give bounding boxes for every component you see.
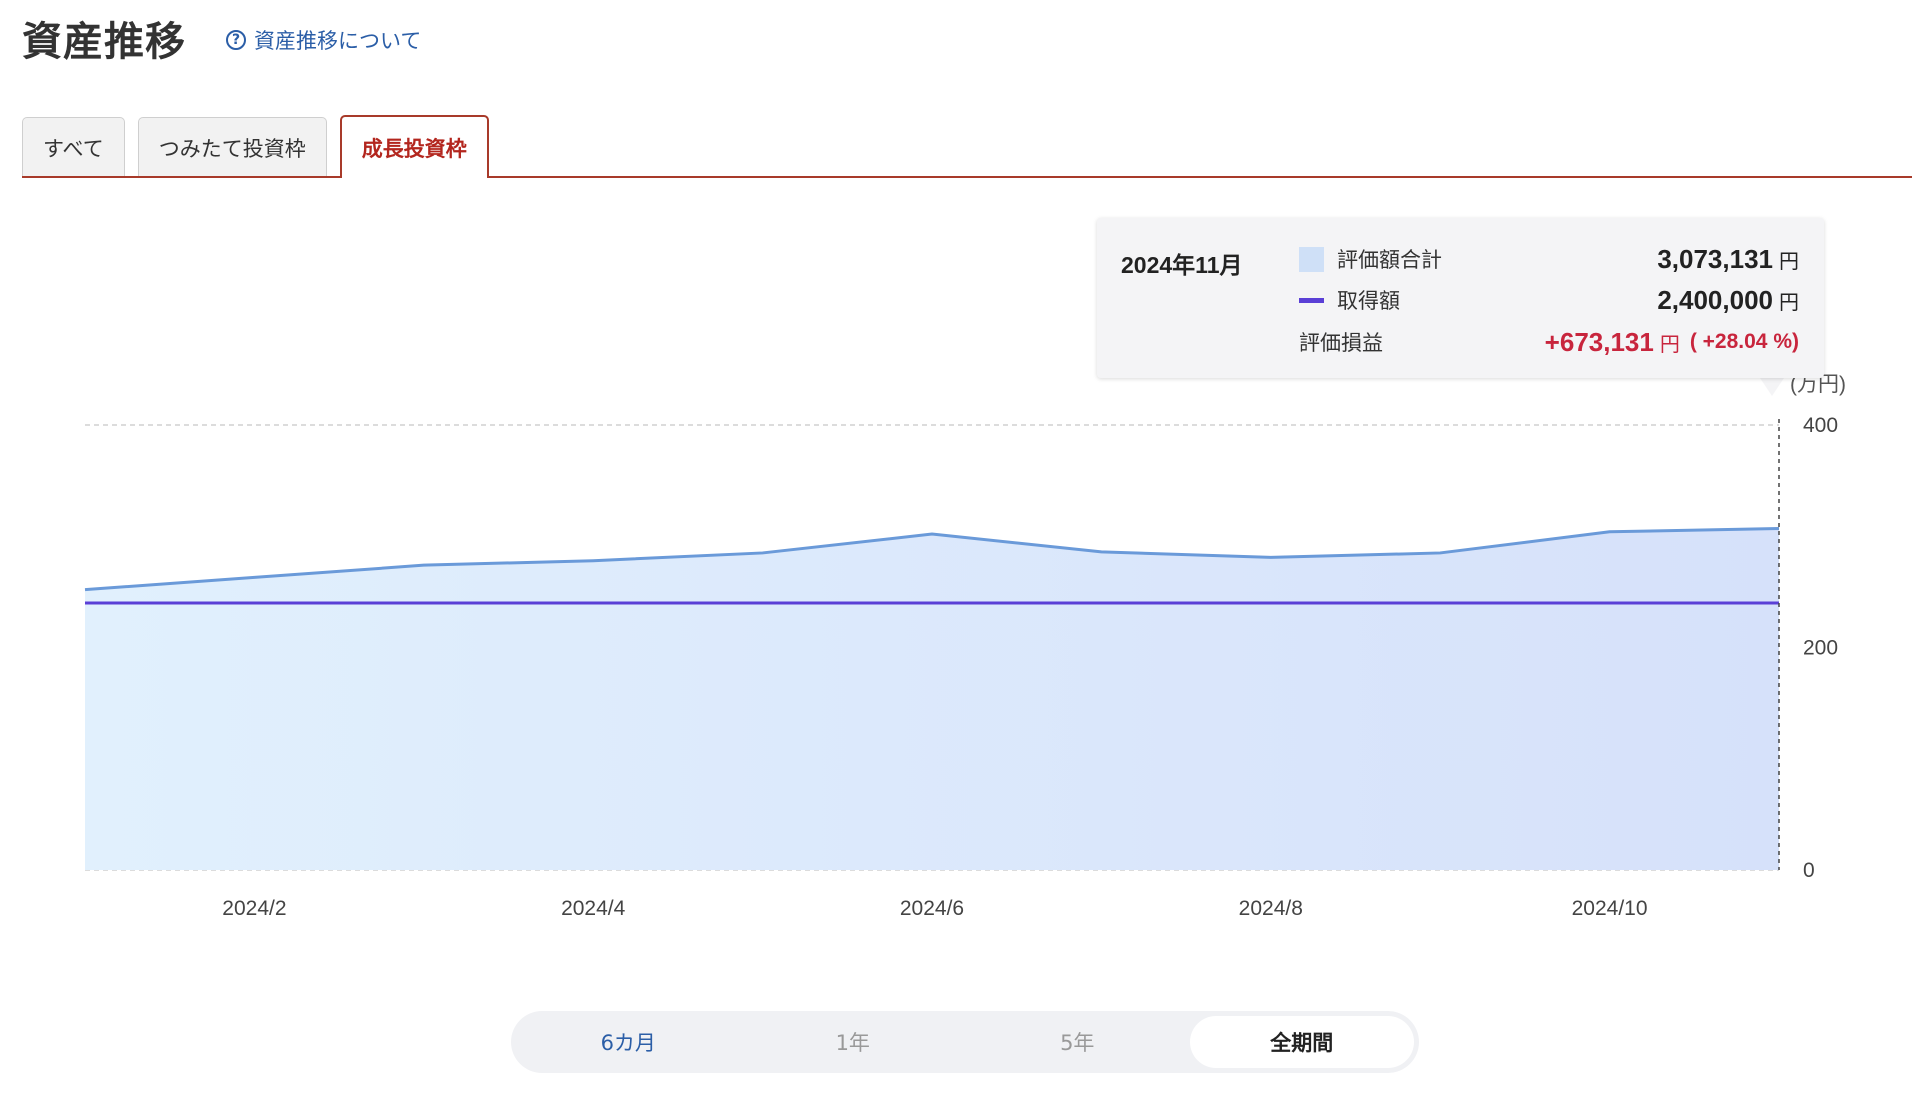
x-tick-label: 2024/10 [1572, 897, 1648, 920]
tooltip-arrow [1760, 378, 1784, 396]
help-link-label: 資産推移について [254, 29, 422, 53]
tooltip-valuation-label: 評価額合計 [1337, 249, 1442, 272]
tooltip-cost-label: 取得額 [1337, 290, 1400, 313]
period-selector: 6カ月 1年 5年 全期間 [511, 1011, 1419, 1073]
tab-all[interactable]: すべて [22, 117, 125, 177]
y-tick-label: 400 [1803, 414, 1838, 437]
valuation-area [85, 528, 1779, 870]
tooltip-date: 2024年11月 [1121, 252, 1243, 278]
tooltip-valuation-row: 評価額合計 3,073,131 円 [1299, 241, 1799, 277]
tooltip-cost-row: 取得額 2,400,000 円 [1299, 282, 1799, 318]
tab-growth[interactable]: 成長投資枠 [339, 115, 489, 178]
y-tick-label: 0 [1803, 859, 1815, 882]
tooltip-pl-pct: ( +28.04 %) [1689, 330, 1799, 353]
tooltip-pl-row: 評価損益 +673,131 円 ( +28.04 %) [1299, 324, 1799, 360]
valuation-swatch [1299, 246, 1324, 272]
x-tick-label: 2024/4 [561, 897, 626, 920]
page-title: 資産推移 [22, 19, 186, 65]
chart-tooltip: 2024年11月 評価額合計 3,073,131 円 取得額 2,400,000… [1097, 218, 1824, 378]
y-tick-label: 200 [1803, 637, 1838, 660]
valuation-line [84, 526, 1780, 592]
help-link[interactable]: ? 資産推移について [226, 25, 421, 55]
help-question-icon: ? [226, 30, 246, 50]
tooltip-pl-label: 評価損益 [1299, 332, 1383, 355]
account-tabs: すべて つみたて投資枠 成長投資枠 [22, 115, 502, 178]
tooltip-unit: 円 [1779, 250, 1799, 273]
cost-swatch [1299, 297, 1324, 303]
period-6m-button[interactable]: 6カ月 [516, 1016, 741, 1068]
tabs-divider [22, 176, 1912, 178]
period-5y-button[interactable]: 5年 [965, 1016, 1190, 1068]
page-header: 資産推移 ? 資産推移について [22, 8, 421, 68]
tooltip-valuation-value: 3,073,131 [1657, 243, 1773, 274]
x-tick-label: 2024/8 [1239, 897, 1303, 920]
x-tick-label: 2024/2 [222, 897, 286, 920]
period-all-button[interactable]: 全期間 [1189, 1016, 1414, 1068]
tooltip-unit: 円 [1659, 333, 1680, 356]
tooltip-unit: 円 [1779, 291, 1799, 314]
period-1y-button[interactable]: 1年 [741, 1016, 966, 1068]
x-tick-label: 2024/6 [900, 897, 964, 920]
tooltip-pl-value: +673,131 [1544, 326, 1654, 357]
tooltip-cost-value: 2,400,000 [1657, 284, 1773, 315]
tab-tsumitate[interactable]: つみたて投資枠 [137, 117, 327, 177]
